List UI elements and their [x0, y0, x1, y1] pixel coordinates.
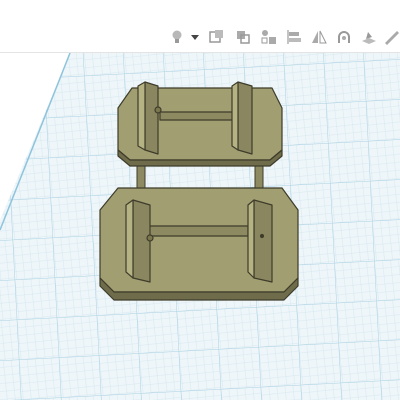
ungroup-icon[interactable] [260, 28, 278, 46]
cruise-icon[interactable] [335, 28, 353, 46]
light-bulb-icon[interactable] [168, 28, 186, 46]
mirror-icon[interactable] [310, 28, 328, 46]
ruler-icon[interactable] [382, 28, 400, 46]
show-all-icon[interactable] [208, 28, 226, 46]
workplane-icon[interactable] [360, 28, 378, 46]
align-icon[interactable] [286, 28, 304, 46]
view-toolbar [0, 24, 400, 53]
rear-bracket[interactable] [117, 81, 283, 167]
workplane-canvas[interactable] [0, 53, 400, 400]
dropdown-caret-icon[interactable] [190, 28, 200, 46]
title-area [0, 0, 400, 24]
group-icon[interactable] [234, 28, 252, 46]
3d-viewport[interactable] [0, 53, 400, 400]
front-bracket[interactable] [99, 187, 299, 301]
